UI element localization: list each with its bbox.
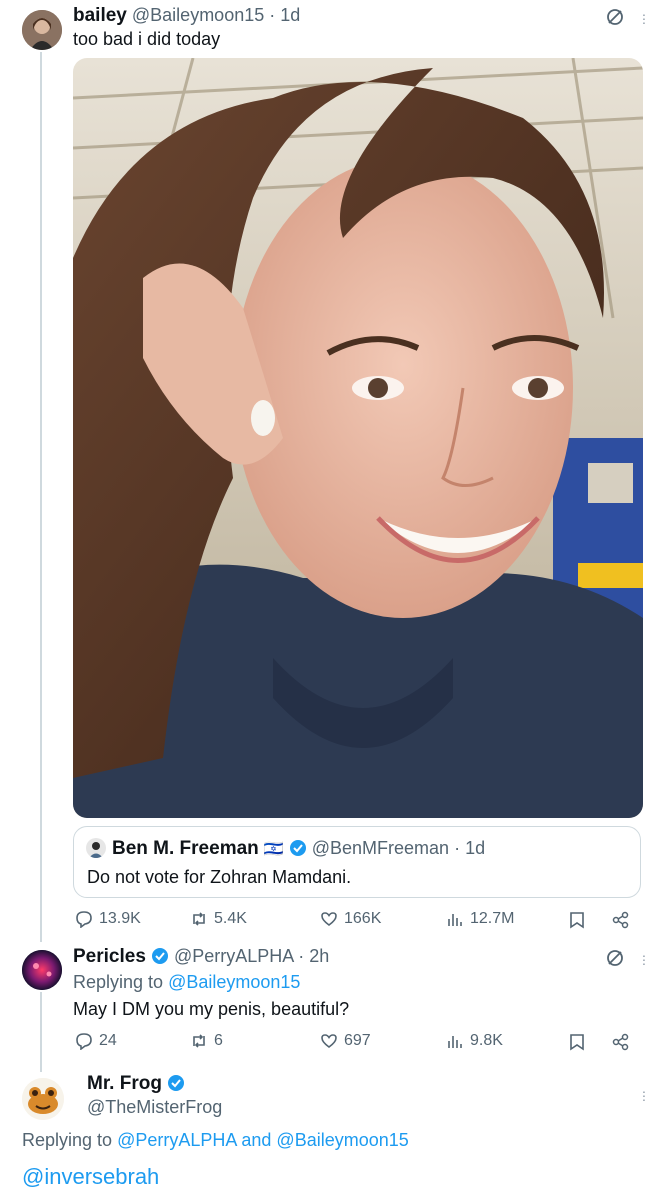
views-button[interactable]: 9.8K (446, 1032, 503, 1050)
verified-badge-icon (167, 1074, 185, 1098)
reply-icon (76, 1033, 92, 1050)
replying-prefix: Replying to (22, 1130, 113, 1150)
share-icon[interactable] (611, 1032, 631, 1052)
views-button[interactable]: 12.7M (446, 910, 514, 928)
display-name[interactable]: Pericles (73, 946, 146, 967)
timestamp[interactable]: · 1d (269, 5, 300, 25)
reply-button[interactable]: 24 (75, 1032, 117, 1050)
display-name[interactable]: Mr. Frog (87, 1073, 162, 1094)
like-count: 697 (344, 1032, 371, 1049)
analytics-icon (448, 914, 462, 926)
avatar[interactable] (22, 10, 62, 50)
share-icon[interactable] (611, 910, 631, 930)
analytics-icon (448, 1036, 462, 1048)
like-button[interactable]: 697 (320, 1032, 371, 1050)
timestamp: · 1d (454, 838, 486, 858)
reply-button[interactable]: 13.9K (75, 910, 141, 928)
avatar[interactable] (22, 1078, 64, 1120)
repost-button[interactable]: 6 (190, 1032, 223, 1050)
handle[interactable]: @PerryALPHA (174, 946, 293, 966)
display-name[interactable]: bailey (73, 5, 127, 26)
view-count: 9.8K (470, 1032, 503, 1049)
tweet-photo[interactable] (73, 58, 643, 818)
thread-connector (40, 52, 42, 942)
handle: @BenMFreeman (311, 838, 450, 858)
replying-prefix: Replying to (73, 972, 164, 992)
tweet-header: bailey @Baileymoon15 · 1d (73, 5, 300, 27)
repost-count: 6 (214, 1032, 223, 1049)
verified-badge-icon (151, 947, 169, 970)
repost-icon (193, 1034, 205, 1048)
more-options-icon[interactable]: · · · (639, 7, 649, 29)
repost-button[interactable]: 5.4K (190, 910, 247, 928)
heart-icon (321, 1034, 337, 1048)
quote-header: Ben M. Freeman 🇮🇱 @BenMFreeman · 1d (112, 838, 485, 862)
tweet-text: May I DM you my penis, beautiful? (73, 999, 350, 1019)
more-options-icon[interactable]: · · · (639, 1084, 649, 1106)
like-button[interactable]: 166K (320, 910, 381, 928)
reply-count: 24 (99, 1032, 117, 1049)
handle[interactable]: @Baileymoon15 (132, 5, 264, 25)
quote-text: Do not vote for Zohran Mamdani. (87, 867, 352, 887)
replying-to: Replying to @Baileymoon15 (73, 972, 300, 993)
tweet-text: too bad i did today (73, 29, 221, 49)
quote-tweet-card[interactable]: Ben M. Freeman 🇮🇱 @BenMFreeman · 1d Do n… (73, 826, 641, 898)
replying-to-link[interactable]: @PerryALPHA and @Baileymoon15 (117, 1130, 409, 1150)
replying-to-link[interactable]: @Baileymoon15 (168, 972, 300, 992)
more-options-icon[interactable]: · · · (639, 948, 649, 970)
reply-count: 13.9K (99, 910, 141, 927)
tweet-header: Mr. Frog (87, 1073, 185, 1098)
tweet-text-mention[interactable]: @inversebrah (22, 1164, 159, 1190)
tweet-header: Pericles @PerryALPHA · 2h (73, 946, 329, 970)
avatar[interactable] (86, 838, 106, 858)
display-name: Ben M. Freeman (112, 838, 259, 859)
repost-icon (193, 912, 205, 926)
verified-badge-icon (289, 839, 307, 862)
bookmark-icon[interactable] (567, 910, 587, 930)
flag-icon: 🇮🇱 (263, 841, 284, 858)
replying-to: Replying to @PerryALPHA and @Baileymoon1… (22, 1130, 409, 1151)
like-count: 166K (344, 910, 382, 927)
thread-connector (40, 992, 42, 1072)
grok-icon[interactable] (604, 6, 626, 28)
heart-icon (321, 912, 337, 926)
reply-icon (76, 911, 92, 928)
repost-count: 5.4K (214, 910, 247, 927)
bookmark-icon[interactable] (567, 1032, 587, 1052)
timestamp[interactable]: · 2h (298, 946, 329, 966)
handle[interactable]: @TheMisterFrog (87, 1097, 222, 1118)
view-count: 12.7M (470, 910, 515, 927)
avatar[interactable] (22, 950, 62, 990)
grok-icon[interactable] (604, 947, 626, 969)
